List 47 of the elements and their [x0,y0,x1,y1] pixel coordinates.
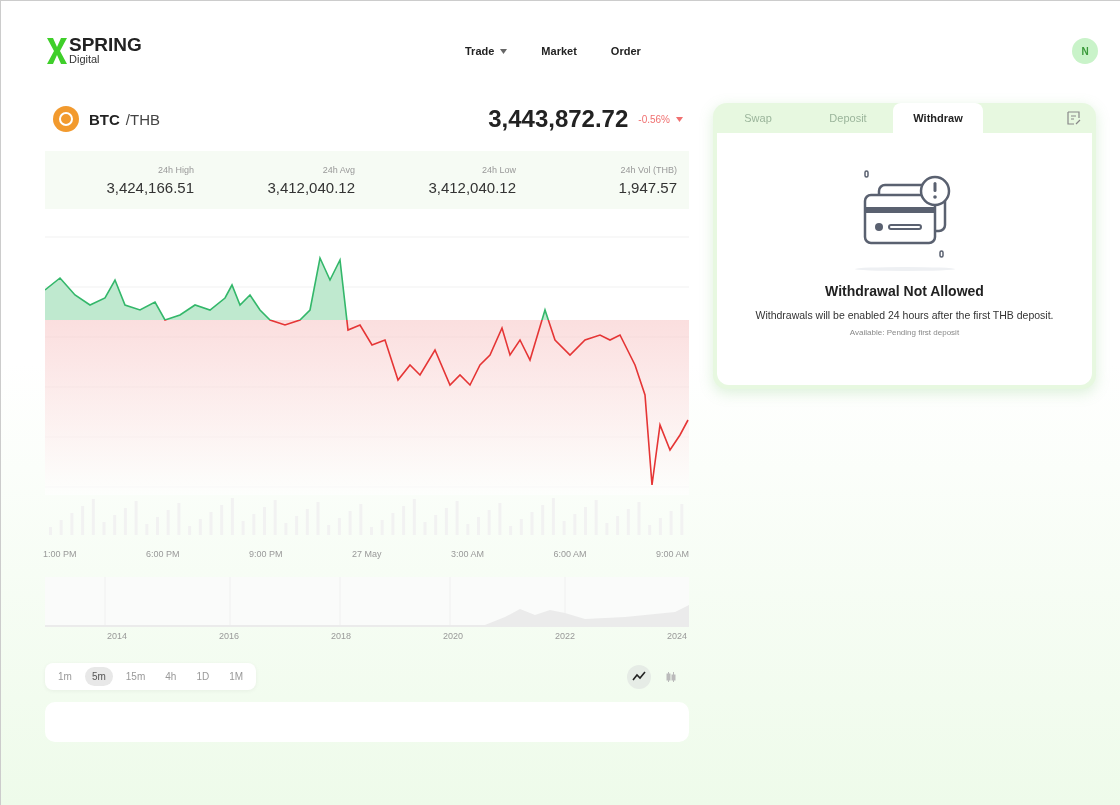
stat-label: 24h Low [481,164,516,175]
stat-value: 3,412,040.12 [428,178,516,196]
caret-icon [500,48,508,54]
notice-message: Withdrawals will be enabled 24 hours after the first THB deposit. [754,308,1055,323]
timeframe-button[interactable]: 5m [84,667,113,686]
stat-value: 3,412,040.12 [267,178,355,196]
nav-link[interactable]: Trade [465,45,508,57]
coin-icon [53,106,79,132]
last-price: 3,443,872.72 [488,105,629,133]
year-axis-label: 2022 [554,631,575,641]
timeframe-button[interactable]: 1D [189,667,217,686]
time-axis-label: 27 May [351,549,382,559]
timeframe-button[interactable]: 15m [118,667,153,686]
stat-value: 3,424,166.51 [106,178,194,196]
time-axis-label: 6:00 AM [553,549,587,559]
year-axis-label: 2016 [219,631,239,641]
time-axis-label: 1:00 PM [43,549,77,559]
year-axis-label: 2020 [442,631,463,641]
panel-tab[interactable]: Deposit [803,103,893,133]
year-axis-label: 2014 [107,631,128,641]
time-axis-label: 9:00 PM [248,549,283,559]
availability-note: Available: Pending first deposit [849,328,960,337]
panel-tab[interactable]: Withdraw [893,103,983,133]
nav-link[interactable]: Order [610,45,641,57]
timeframe-button[interactable]: 1m [51,667,79,686]
stat-label: 24h Avg [322,164,355,175]
base-currency: BTC [89,110,120,128]
quote-currency: /THB [125,110,160,128]
avatar[interactable]: N [1072,38,1098,64]
panel-tab[interactable]: Swap [713,103,803,133]
time-axis-label: 9:00 AM [655,549,689,559]
year-axis-label: 2024 [666,631,687,641]
time-axis-label: 3:00 AM [450,549,484,559]
nav-link[interactable]: Market [541,45,577,57]
logo-subtitle: Digital [69,54,101,65]
note-icon[interactable] [1066,110,1082,126]
logo-icon [45,36,69,66]
logo-name: SPRING [69,36,142,54]
stat-value: 1,947.57 [618,178,677,196]
stat-label: 24h Vol (THB) [620,164,677,175]
year-axis-label: 2018 [330,631,351,641]
price-change: -0.56% [638,113,670,125]
timeframe-button[interactable]: 4h [158,667,184,686]
time-axis-label: 6:00 PM [146,549,180,559]
notice-title: Withdrawal Not Allowed [825,283,984,299]
stat-label: 24h High [157,164,194,175]
timeframe-button[interactable]: 1M [222,667,251,686]
